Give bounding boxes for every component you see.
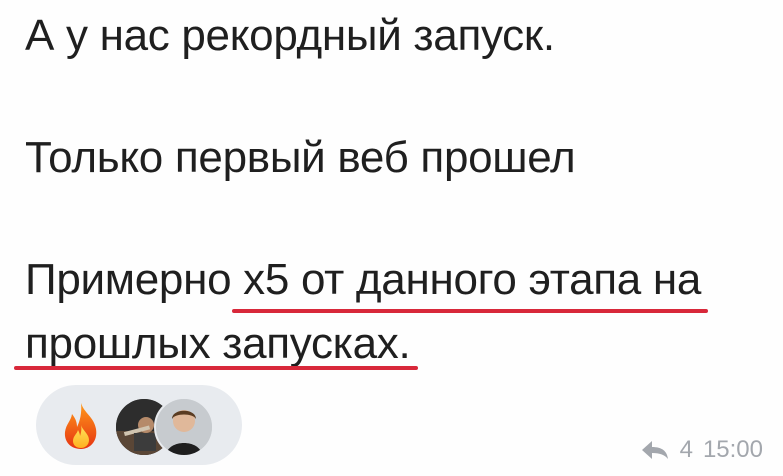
fire-icon <box>64 403 97 449</box>
replies-count[interactable]: 4 <box>680 436 693 464</box>
red-underline-1 <box>232 309 708 313</box>
message-meta: 4 15:00 <box>640 436 763 464</box>
reaction-pill[interactable] <box>36 385 242 465</box>
reply-icon[interactable] <box>640 439 670 461</box>
message-time: 15:00 <box>702 436 763 463</box>
message-line-3: Примерно х5 от данного этапа на <box>25 255 702 304</box>
message-bubble: А у нас рекордный запуск. Только первый … <box>0 0 783 476</box>
message-line-2: Только первый веб прошел <box>25 133 576 182</box>
red-underline-2 <box>14 366 418 370</box>
message-line-4: прошлых запусках. <box>25 319 411 368</box>
message-line-1: А у нас рекордный запуск. <box>25 11 555 60</box>
avatar[interactable] <box>154 397 214 457</box>
